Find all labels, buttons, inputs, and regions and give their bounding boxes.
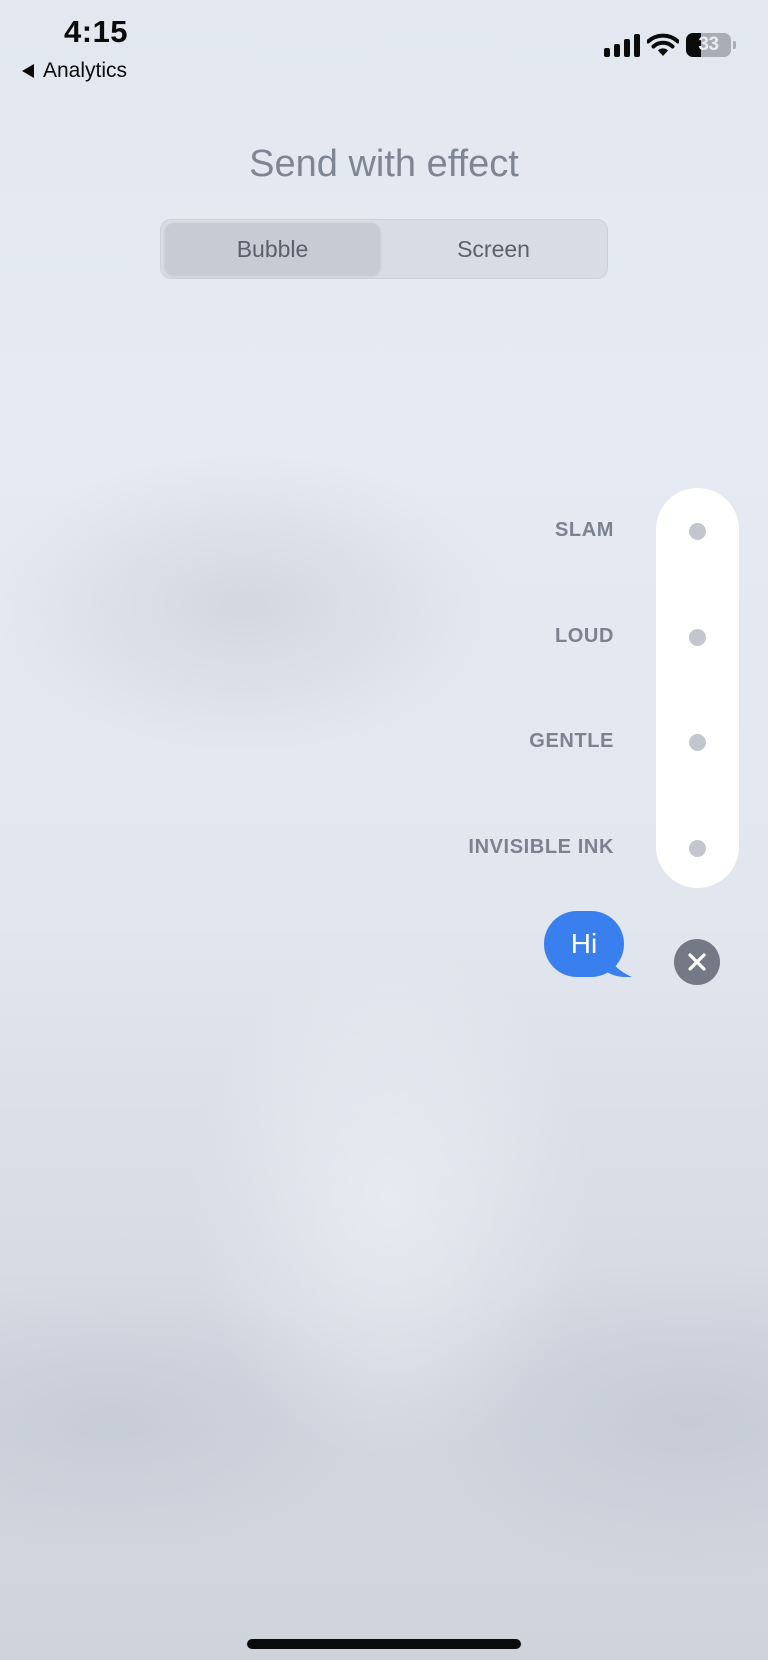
effect-type-segmented-control: Bubble Screen (160, 219, 608, 279)
back-to-app-button[interactable]: Analytics (22, 58, 127, 84)
wifi-icon (647, 33, 679, 56)
tab-screen[interactable]: Screen (384, 223, 603, 275)
message-bubble: Hi (544, 911, 634, 977)
battery-icon: 33 (686, 33, 736, 57)
battery-level: 33 (698, 34, 719, 55)
effect-selector-track (656, 488, 739, 888)
message-text: Hi (544, 911, 624, 977)
effect-option-gentle[interactable] (689, 734, 706, 751)
effect-label-invisible-ink[interactable]: INVISIBLE INK (468, 836, 614, 859)
effect-option-slam[interactable] (689, 523, 706, 540)
close-icon (688, 953, 706, 971)
effect-label-loud[interactable]: LOUD (555, 625, 614, 648)
effect-option-invisible-ink[interactable] (689, 840, 706, 857)
status-time: 4:15 (64, 14, 129, 49)
back-caret-icon (22, 64, 34, 78)
effect-option-loud[interactable] (689, 629, 706, 646)
close-button[interactable] (674, 939, 720, 985)
cellular-signal-icon (604, 34, 640, 57)
effect-label-slam[interactable]: SLAM (555, 519, 614, 542)
page-title: Send with effect (249, 143, 519, 185)
tab-bubble[interactable]: Bubble (165, 223, 380, 275)
home-indicator[interactable] (247, 1639, 521, 1649)
back-app-label: Analytics (43, 59, 128, 82)
effect-label-gentle[interactable]: GENTLE (529, 730, 614, 753)
